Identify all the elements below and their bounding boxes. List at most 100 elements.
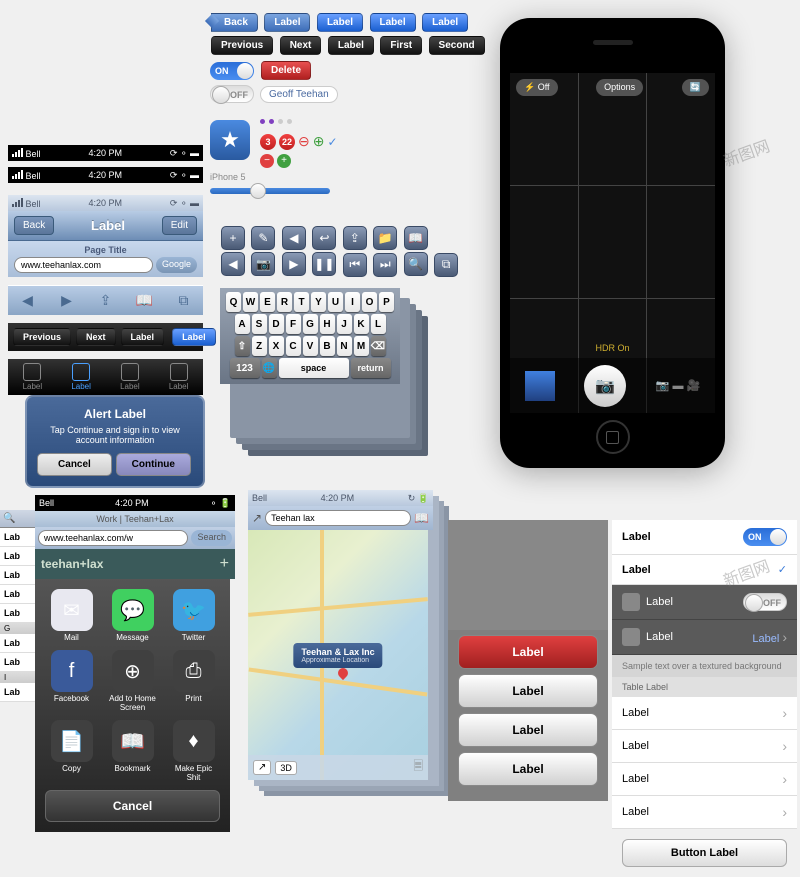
bookmarks-icon[interactable]: 📖 bbox=[414, 511, 429, 525]
key-v[interactable]: V bbox=[303, 336, 318, 356]
first-button[interactable]: First bbox=[380, 36, 422, 55]
search-button[interactable]: Search bbox=[191, 530, 232, 546]
key-r[interactable]: R bbox=[277, 292, 292, 312]
label-button[interactable]: Label bbox=[328, 36, 374, 55]
list-item[interactable]: Lab bbox=[0, 585, 40, 604]
key-shift[interactable]: ⇧ bbox=[235, 336, 250, 356]
url-input[interactable] bbox=[14, 257, 153, 273]
share-item[interactable]: fFacebook bbox=[45, 650, 98, 712]
list-item[interactable]: Lab bbox=[0, 634, 40, 653]
table-row[interactable]: Label Label › bbox=[612, 620, 797, 655]
page-curl-icon[interactable]: 🗏 bbox=[413, 757, 423, 778]
toggle-off[interactable]: OFF bbox=[743, 593, 787, 611]
forward-icon[interactable]: ▶ bbox=[57, 291, 77, 311]
list-item[interactable]: Lab bbox=[0, 604, 40, 623]
key-l[interactable]: L bbox=[371, 314, 386, 334]
share-item[interactable]: ⎙Print bbox=[167, 650, 220, 712]
key-x[interactable]: X bbox=[269, 336, 284, 356]
key-u[interactable]: U bbox=[328, 292, 343, 312]
list-item[interactable]: Lab bbox=[0, 683, 40, 702]
destructive-button[interactable]: Label bbox=[458, 635, 598, 669]
key-c[interactable]: C bbox=[286, 336, 301, 356]
share-icon[interactable]: ⇪ bbox=[343, 226, 367, 250]
key-i[interactable]: I bbox=[345, 292, 360, 312]
thumbnail[interactable] bbox=[525, 371, 555, 401]
search-input[interactable] bbox=[265, 510, 411, 526]
key-k[interactable]: K bbox=[354, 314, 369, 334]
action-button[interactable]: Label bbox=[458, 674, 598, 708]
key-y[interactable]: Y bbox=[311, 292, 326, 312]
table-row[interactable]: Label OFF bbox=[612, 585, 797, 620]
key-a[interactable]: A bbox=[235, 314, 250, 334]
list-item[interactable]: Lab bbox=[0, 653, 40, 672]
continue-button[interactable]: Continue bbox=[116, 453, 191, 476]
share-item[interactable]: ⊕Add to Home Screen bbox=[106, 650, 159, 712]
prev-icon[interactable]: ◀ bbox=[221, 252, 245, 276]
cancel-button[interactable]: Cancel bbox=[37, 453, 112, 476]
table-row[interactable]: Label ON bbox=[612, 520, 797, 555]
toggle-on[interactable]: ON bbox=[743, 528, 787, 546]
camera-icon[interactable]: 📷 bbox=[251, 252, 275, 276]
key-globe[interactable]: 🌐 bbox=[262, 358, 277, 378]
back-button[interactable]: Back bbox=[211, 13, 258, 32]
tab-item[interactable]: Label bbox=[57, 363, 106, 391]
tab-item[interactable]: Label bbox=[8, 363, 57, 391]
key-return[interactable]: return bbox=[351, 358, 391, 378]
route-icon[interactable]: ↗ bbox=[252, 511, 262, 525]
back-icon[interactable]: ◀ bbox=[18, 291, 38, 311]
play-icon[interactable]: ▶ bbox=[282, 252, 306, 276]
key-m[interactable]: M bbox=[354, 336, 369, 356]
table-row[interactable]: Label› bbox=[612, 796, 797, 829]
list-item[interactable]: Lab bbox=[0, 566, 40, 585]
label-button[interactable]: Label bbox=[121, 328, 165, 346]
switch-camera-icon[interactable]: 🔄 bbox=[682, 79, 709, 96]
key-space[interactable]: space bbox=[279, 358, 349, 378]
table-row[interactable]: Label› bbox=[612, 730, 797, 763]
tab-item[interactable]: Label bbox=[154, 363, 203, 391]
book-icon[interactable]: 📖 bbox=[404, 226, 428, 250]
tabs-icon[interactable]: ⧉ bbox=[434, 253, 458, 277]
reply-icon[interactable]: ↩ bbox=[312, 226, 336, 250]
list-item[interactable]: Lab bbox=[0, 547, 40, 566]
key-h[interactable]: H bbox=[320, 314, 335, 334]
key-o[interactable]: O bbox=[362, 292, 377, 312]
share-item[interactable]: 📄Copy bbox=[45, 720, 98, 782]
home-button[interactable] bbox=[596, 420, 630, 454]
action-button[interactable]: Label bbox=[458, 752, 598, 786]
share-item[interactable]: 🐦Twitter bbox=[167, 589, 220, 642]
3d-button[interactable]: 3D bbox=[275, 761, 297, 775]
add-icon[interactable]: + bbox=[221, 226, 245, 250]
table-row[interactable]: Label› bbox=[612, 763, 797, 796]
label-button[interactable]: Label bbox=[422, 13, 468, 32]
key-t[interactable]: T bbox=[294, 292, 309, 312]
locate-button[interactable]: ↗ bbox=[253, 760, 271, 775]
rewind-icon[interactable]: ⏮ bbox=[343, 253, 367, 277]
key-z[interactable]: Z bbox=[252, 336, 267, 356]
next-button[interactable]: Next bbox=[280, 36, 322, 55]
key-123[interactable]: 123 bbox=[230, 358, 260, 378]
bookmarks-icon[interactable]: 📖 bbox=[135, 291, 155, 311]
previous-button[interactable]: Previous bbox=[211, 36, 273, 55]
back-button[interactable]: Back bbox=[14, 216, 54, 235]
mode-switch[interactable]: 📷 ▬ 🎥 bbox=[656, 379, 701, 392]
key-delete[interactable]: ⌫ bbox=[371, 336, 386, 356]
forward-icon[interactable]: ⏭ bbox=[373, 253, 397, 277]
edit-button[interactable]: Edit bbox=[162, 216, 197, 235]
key-d[interactable]: D bbox=[269, 314, 284, 334]
add-icon[interactable]: ⊕ bbox=[313, 133, 325, 150]
label-button[interactable]: Label bbox=[370, 13, 416, 32]
tab-item[interactable]: Label bbox=[106, 363, 155, 391]
action-button[interactable]: Label bbox=[458, 713, 598, 747]
key-f[interactable]: F bbox=[286, 314, 301, 334]
share-icon[interactable]: ⇪ bbox=[96, 291, 116, 311]
share-item[interactable]: 📖Bookmark bbox=[106, 720, 159, 782]
url-input[interactable] bbox=[38, 530, 188, 546]
key-q[interactable]: Q bbox=[226, 292, 241, 312]
plus-icon[interactable]: + bbox=[277, 154, 291, 168]
search-icon[interactable]: 🔍 bbox=[404, 252, 428, 276]
share-item[interactable]: ♦Make Epic Shit bbox=[167, 720, 220, 782]
key-g[interactable]: G bbox=[303, 314, 318, 334]
minus-icon[interactable]: − bbox=[260, 154, 274, 168]
second-button[interactable]: Second bbox=[429, 36, 485, 55]
share-item[interactable]: 💬Message bbox=[106, 589, 159, 642]
